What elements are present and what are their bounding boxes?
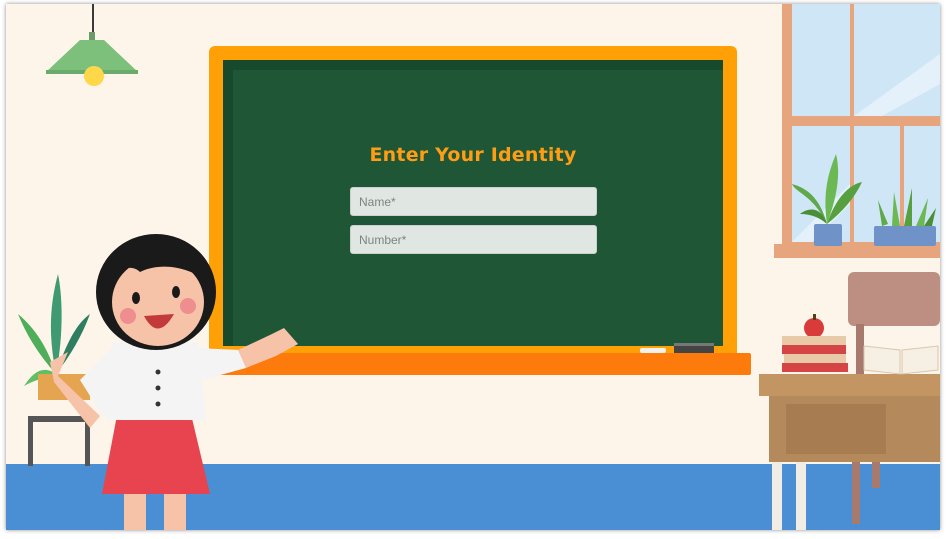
chair: [848, 272, 940, 326]
desk-leg: [796, 462, 806, 530]
lamp-icon: [46, 32, 138, 86]
desk-leg: [772, 462, 782, 530]
teacher-character: [50, 234, 298, 530]
potted-plant-icon: [792, 154, 862, 246]
potted-plant-icon: [874, 188, 936, 246]
name-input[interactable]: [350, 187, 597, 216]
classroom-scene: Enter Your Identity: [6, 4, 940, 530]
chair-leg: [872, 462, 880, 488]
number-input[interactable]: [350, 225, 597, 254]
lamp-cord: [92, 4, 94, 34]
form-title: Enter Your Identity: [369, 144, 577, 166]
window-sill: [774, 244, 940, 258]
chair-leg: [852, 462, 860, 524]
identity-form: Enter Your Identity: [209, 144, 737, 254]
desk: [759, 374, 940, 396]
eraser-icon: [674, 343, 714, 353]
books-icon: [782, 314, 848, 372]
open-book-icon: [863, 345, 939, 375]
chalk-icon: [640, 348, 666, 353]
desk-panel: [786, 404, 886, 454]
